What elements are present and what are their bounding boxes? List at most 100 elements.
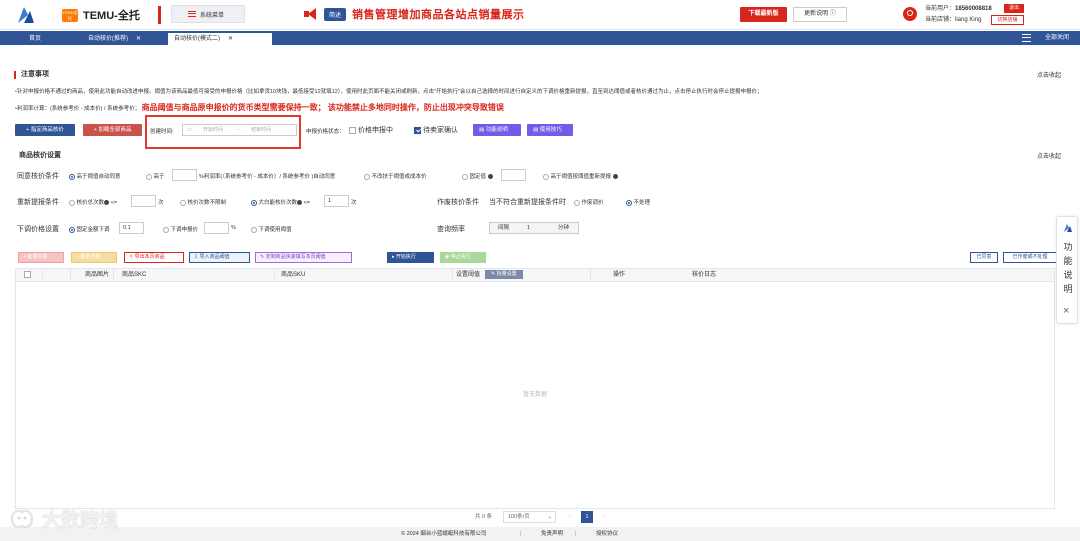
empty-state: 暂无数据 [522, 392, 547, 398]
total-count-unit: 次 [158, 200, 164, 206]
option-label: 核价总次数 [76, 200, 105, 206]
announcement-text[interactable]: 销售管理增加商品各站点销量展示 [352, 6, 525, 22]
notice-line-1-text: 针对申报价格不通过的商品，使用此功能自动改进申报。阈值为该商品最低可接受的申报价… [16, 89, 763, 95]
stop-execution-button[interactable]: ◉ 停止执行 [440, 252, 486, 263]
notice-collapse-link[interactable]: 点击收起 [1037, 70, 1061, 79]
option-label: 下调申报价 [170, 227, 199, 233]
close-icon[interactable]: × [1063, 305, 1069, 317]
status-option-confirm[interactable]: 待卖家确认 [414, 125, 458, 135]
footer-divider: | [575, 531, 577, 537]
batch-void-button[interactable]: + 批量作废 [71, 252, 117, 263]
batch-set-button[interactable]: ✎ 批量设置 [485, 269, 523, 279]
tab-auto-price-recommended[interactable]: 自动核价(推荐) ✕ [82, 33, 166, 45]
interval-unit: 分钟 [558, 225, 570, 231]
profit-rate-input[interactable] [172, 169, 197, 181]
radio-selected[interactable] [69, 226, 75, 233]
logout-button[interactable]: 退出 [1004, 4, 1024, 13]
radio[interactable] [364, 173, 370, 180]
page-number-current[interactable]: 1 [581, 511, 593, 523]
specify-product-button[interactable]: + 指定商品核价 [15, 124, 75, 136]
radio[interactable] [462, 173, 468, 180]
start-time-input[interactable]: 开始时间 [203, 125, 223, 135]
download-latest-button[interactable]: 下载最新版 [740, 7, 787, 22]
voided-filter-button[interactable]: 已作废或不处理 [1003, 252, 1057, 263]
void-option-void[interactable]: 作废调价 [574, 198, 604, 206]
end-time-input[interactable]: 结束时间 [251, 125, 271, 135]
radio[interactable] [543, 173, 549, 180]
resubmit-option-unlimited[interactable]: 核价次数不限制 [180, 198, 226, 206]
status-option-pending[interactable]: 价格申报中 [349, 125, 393, 135]
copyright-text: © 2024 烟台小蓝蜻蜓科技有限公司 [401, 531, 487, 537]
radio[interactable] [163, 226, 169, 233]
function-description-button[interactable]: ▤ 功能说明 [473, 124, 521, 136]
agree-option-not-below[interactable]: 不改扶于阈值或成本价 [364, 172, 427, 180]
lower-option-threshold[interactable]: 下调使用阈值 [251, 225, 292, 233]
radio[interactable] [251, 226, 257, 233]
close-icon[interactable]: ✕ [136, 36, 141, 42]
brand-badge: TEMU全托 [62, 8, 78, 22]
button-label: 导入商品阈值 [199, 254, 230, 260]
radio-selected[interactable] [69, 173, 75, 180]
page-size-select[interactable]: 100条/页 ⌄ [503, 511, 556, 523]
chevron-down-icon: ⌄ [547, 514, 552, 520]
radio[interactable] [69, 199, 75, 206]
button-label: 批量设置 [496, 270, 517, 277]
help-icon[interactable] [612, 174, 618, 180]
radio[interactable] [146, 173, 152, 180]
function-help-panel[interactable]: 功能说明 × [1056, 216, 1078, 324]
export-page-button[interactable]: ⇪ 导出本页商品 [124, 252, 184, 263]
license-link[interactable]: 授权协议 [596, 527, 618, 541]
next-page-button[interactable]: › [598, 511, 611, 523]
start-execution-button[interactable]: ▸ 开始执行 [387, 252, 434, 263]
disclaimer-link[interactable]: 免责声明 [541, 527, 563, 541]
help-icon[interactable] [104, 200, 110, 206]
agree-option-fixed[interactable]: 固定值 [462, 172, 493, 180]
radio-selected[interactable] [626, 199, 632, 206]
usage-tips-button[interactable]: ▤ 使用技巧 [527, 124, 573, 136]
radio-selected[interactable] [251, 199, 257, 206]
batch-agree-button[interactable]: + 批量同意 [18, 252, 64, 263]
prev-page-button[interactable]: ‹ [563, 511, 576, 523]
header-threshold: 设置阈值 ✎ 批量设置 [453, 269, 591, 282]
close-icon[interactable]: ✕ [228, 36, 233, 42]
watermark-logo-icon [10, 509, 34, 528]
tab-auto-price-mode2[interactable]: 自动核价(模式二) ✕ [168, 33, 272, 45]
agree-option-profit-rate[interactable]: 高于 [146, 172, 165, 180]
percent-unit: % [231, 225, 236, 231]
select-all-checkbox[interactable] [24, 270, 31, 278]
help-icon[interactable] [297, 200, 303, 206]
query-interval-input[interactable]: 间隔 1 分钟 [489, 222, 579, 234]
system-menu-button[interactable]: 系统菜单 [171, 5, 245, 23]
custom-fill-button[interactable]: ✎ 定制商品快速填写本页阈值 [255, 252, 352, 263]
help-icon[interactable] [487, 174, 493, 180]
checkbox[interactable] [349, 126, 356, 134]
lower-option-percent[interactable]: 下调申报价 [163, 225, 198, 233]
resubmit-option-large-white[interactable]: 大白能核价次数 <= [251, 198, 310, 206]
agree-option-above-threshold[interactable]: 高于阈值自动同意 [69, 172, 121, 180]
lower-option-fixed[interactable]: 固定金额下调 [69, 225, 110, 233]
tab-bar: 首页 自动核价(推荐) ✕ 自动核价(模式二) ✕ 全部关闭 [0, 31, 1080, 45]
store-name: liang King [955, 17, 982, 23]
tab-menu-icon[interactable] [1022, 34, 1031, 42]
void-option-ignore[interactable]: 不处理 [626, 198, 650, 206]
option-label: 大白能核价次数 [258, 200, 298, 206]
agree-option-resubmit[interactable]: 高于阈值按阈值重新提报 [543, 172, 618, 180]
resubmit-option-total[interactable]: 核价总次数 <= [69, 198, 117, 206]
fixed-amount-input[interactable]: 0.1 [119, 222, 144, 234]
fixed-value-input[interactable] [501, 169, 526, 181]
switch-store-button[interactable]: 切换店铺 [991, 15, 1024, 25]
settings-collapse-link[interactable]: 点击收起 [1037, 151, 1061, 160]
update-notes-button[interactable]: 更新说明 ⓘ [793, 7, 847, 22]
radio[interactable] [180, 199, 186, 206]
import-threshold-button[interactable]: ⇩ 导入商品阈值 [189, 252, 250, 263]
date-range-picker[interactable]: ▭ 开始时间 - 结束时间 [182, 124, 297, 136]
tab-home[interactable]: 首页 [14, 33, 56, 45]
load-all-products-button[interactable]: + 加载全部商品 [83, 124, 142, 136]
agreed-filter-button[interactable]: 已同意 [970, 252, 998, 263]
radio[interactable] [574, 199, 580, 206]
checkbox-checked[interactable] [414, 126, 421, 134]
large-white-count-input[interactable]: 1 [324, 195, 349, 207]
total-count-input[interactable] [131, 195, 156, 207]
percent-input[interactable] [204, 222, 229, 234]
close-all-tabs-button[interactable]: 全部关闭 [1045, 33, 1069, 43]
